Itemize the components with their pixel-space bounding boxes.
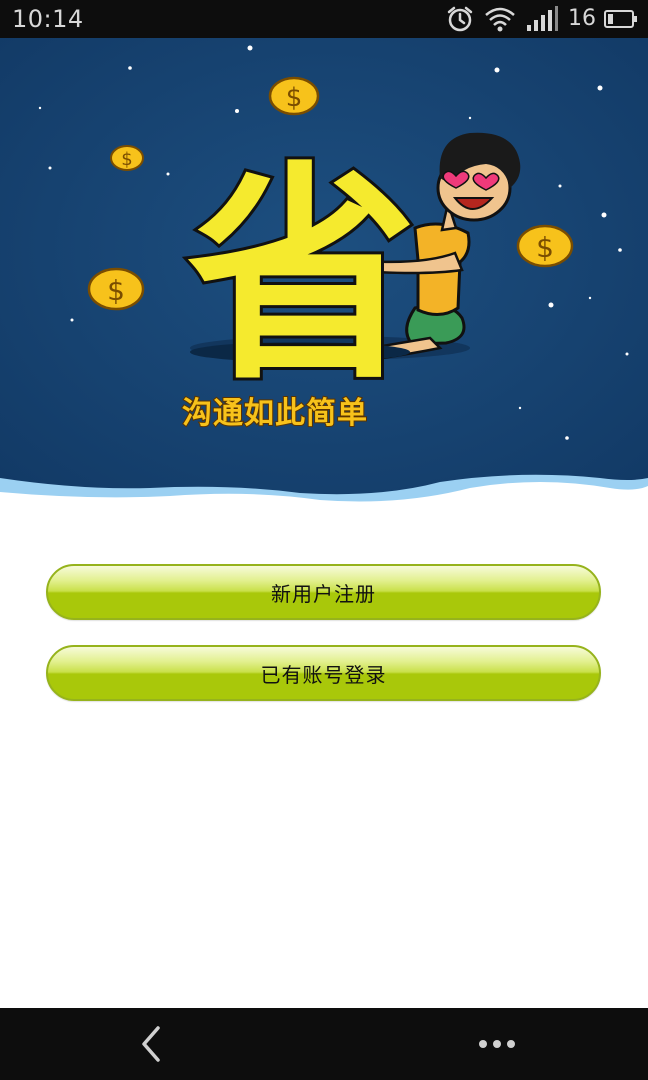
app-screen: 10:14 16 $ $ $ $ 省 沟通如此简单 新用户注册 已有账号登录 [0, 0, 648, 1080]
register-button-label: 新用户注册 [271, 581, 376, 606]
login-button[interactable]: 已有账号登录 [46, 645, 601, 701]
navigation-bar [0, 1008, 648, 1080]
logo-character: 省 [187, 144, 417, 411]
signal-icon [526, 6, 558, 32]
svg-text:$: $ [536, 231, 554, 264]
svg-text:$: $ [107, 274, 125, 307]
svg-text:$: $ [286, 83, 303, 113]
register-button[interactable]: 新用户注册 [46, 564, 601, 620]
back-icon[interactable] [130, 1022, 174, 1066]
promo-banner: $ $ $ $ 省 沟通如此简单 [0, 38, 648, 508]
wifi-icon [484, 5, 516, 33]
battery-icon [604, 9, 638, 29]
status-icons: 16 [446, 4, 638, 34]
more-icon[interactable] [472, 1030, 522, 1058]
status-time: 10:14 [12, 5, 84, 33]
logo-mark: 省 [184, 141, 420, 414]
status-bar: 10:14 16 [0, 0, 648, 38]
alarm-icon [446, 5, 474, 33]
login-button-label: 已有账号登录 [260, 662, 387, 687]
battery-level: 16 [568, 6, 596, 31]
svg-text:$: $ [121, 149, 132, 170]
banner-slogan: 沟通如此简单 [182, 396, 368, 431]
